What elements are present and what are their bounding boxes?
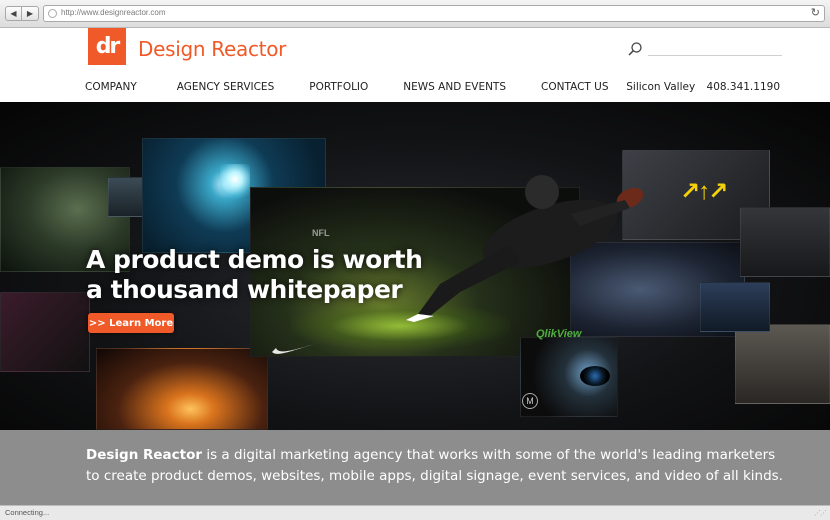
address-bar[interactable]: http://www.designreactor.com ↻ <box>43 5 825 22</box>
logo-mark[interactable]: dr <box>88 28 126 65</box>
motorola-logo: M <box>522 393 538 409</box>
phone-number: 408.341.1190 <box>706 81 780 93</box>
nav-news-and-events[interactable]: NEWS AND EVENTS <box>403 81 506 93</box>
hero-headline: A product demo is worth a thousand white… <box>86 245 423 304</box>
search-input[interactable] <box>648 55 782 56</box>
back-button[interactable]: ◀ <box>5 6 22 21</box>
tile-room <box>735 324 830 404</box>
nike-swoosh-icon <box>272 342 320 354</box>
arrows-graphic: ↗↑↗ <box>680 178 728 205</box>
description-brand: Design Reactor <box>86 447 203 463</box>
tile-screen <box>700 282 770 332</box>
logo-text[interactable]: Design Reactor <box>138 37 286 61</box>
status-text: Connecting... <box>5 508 50 517</box>
nav-contact-us[interactable]: CONTACT US <box>541 81 608 93</box>
forward-button[interactable]: ▶ <box>22 6 39 21</box>
agency-description: Design Reactor is a digital marketing ag… <box>86 445 786 487</box>
nav-portfolio[interactable]: PORTFOLIO <box>309 81 368 93</box>
browser-status-bar: Connecting... ⋰⋰ <box>0 505 830 520</box>
contact-info: Silicon Valley 408.341.1190 <box>626 81 780 93</box>
lightbulb-image <box>220 164 250 202</box>
resize-grip-icon[interactable]: ⋰⋰ <box>814 509 827 517</box>
tile-phone <box>0 292 90 372</box>
main-nav: COMPANY AGENCY SERVICES PORTFOLIO NEWS A… <box>85 81 609 93</box>
nav-agency-services[interactable]: AGENCY SERVICES <box>177 81 274 93</box>
qlikview-logo: QlikView <box>536 328 582 340</box>
globe-icon <box>48 9 57 18</box>
nfl-logo: NFL <box>312 228 330 238</box>
url-text[interactable]: http://www.designreactor.com <box>61 8 166 17</box>
tile-sunset <box>96 348 268 430</box>
search-icon[interactable] <box>627 41 643 57</box>
location-label: Silicon Valley <box>626 81 696 93</box>
nav-company[interactable]: COMPANY <box>85 81 137 93</box>
learn-more-button[interactable]: >> Learn More <box>88 313 174 333</box>
browser-toolbar: ◀ ▶ http://www.designreactor.com ↻ <box>0 0 830 28</box>
browser-nav-buttons: ◀ ▶ <box>5 6 39 21</box>
eye-image <box>580 366 610 386</box>
hero-banner[interactable]: ↗↑↗ NFL QlikView M A product demo is wor… <box>0 102 830 430</box>
reload-button[interactable]: ↻ <box>811 6 820 19</box>
tile-device <box>740 207 830 277</box>
